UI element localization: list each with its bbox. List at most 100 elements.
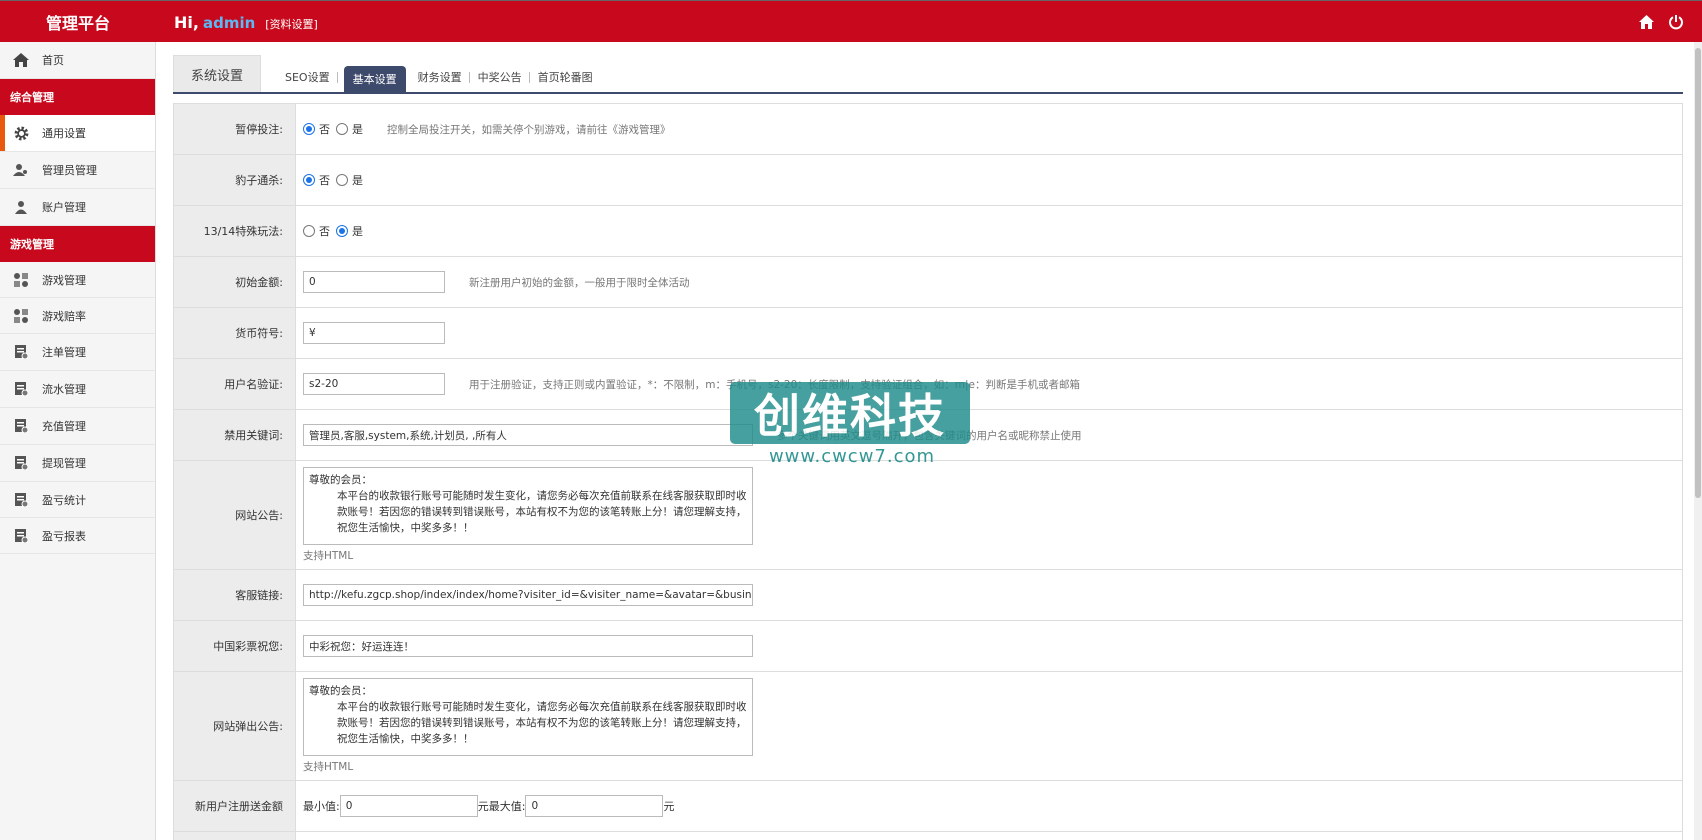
sidebar-item-general-settings[interactable]: 通用设置 [0,115,155,152]
field-hint: 新注册用户初始的金额，一般用于限时全体活动 [469,276,690,289]
row-currency: 货币符号: ¥ [174,308,1682,359]
field-hint: 控制全局投注开关，如需关停个别游戏，请前往《游戏管理》 [387,123,671,136]
user-icon [12,198,30,216]
unit-label: 元 [663,800,675,813]
watermark-url: www.cwcw7.com [768,446,936,467]
row-special-1314: 13/14特殊玩法: 否 是 [174,206,1682,257]
bonus-min-input[interactable]: 0 [339,795,478,817]
initial-amount-input[interactable]: 0 [303,271,445,293]
sidebar-item-label: 流水管理 [42,383,86,396]
row-popup-notice: 网站弹出公告: 尊敬的会员： 本平台的收款银行账号可能随时发生变化，请您务必每次… [174,672,1682,781]
sidebar-item-account-management[interactable]: 账户管理 [0,189,155,226]
field-label: 13/14特殊玩法: [174,206,296,256]
field-label: 中国彩票祝您: [174,621,296,671]
row-new-user-bonus: 新用户注册送金额 最小值: 0 元最大值: 0 元 [174,781,1682,832]
tab-system-settings[interactable]: 系统设置 [173,55,261,92]
sidebar-item-admin-management[interactable]: 管理员管理 [0,152,155,189]
sidebar-item-label: 盈亏报表 [42,529,86,543]
top-bar: 管理平台 Hi, admin [资料设置] [0,0,1702,42]
sidebar-item-home[interactable]: 首页 [0,42,155,79]
sidebar-item-label: 游戏赔率 [42,309,86,323]
doc-icon [12,380,30,398]
doc-icon [12,454,30,472]
sidebar-item-label: 管理员管理 [42,164,97,177]
users-icon [12,161,30,179]
row-initial-amount: 初始金额: 0 新注册用户初始的金额，一般用于限时全体活动 [174,257,1682,308]
lottery-wish-input[interactable]: 中彩祝您：好运连连！ [303,635,753,657]
radio-leopard-kill-yes[interactable]: 是 [336,172,363,188]
bonus-max-input[interactable]: 0 [525,795,664,817]
field-label: 用户名验证: [174,359,296,409]
field-label: 新用户注册送金额 [174,781,296,831]
radio-pause-bet-yes[interactable]: 是 [336,121,363,137]
power-icon[interactable] [1666,12,1686,32]
home-icon[interactable] [1636,12,1656,32]
sidebar-group-general: 综合管理 [0,79,155,115]
tab-bar: 系统设置 SEO设置 基本设置 财务设置 中奖公告 首页轮番图 [173,55,1683,94]
field-label: 网站公告: [174,461,296,569]
sidebar: 首页 综合管理 通用设置 管理员管理 账户管理 游戏管理 游戏管理 游戏赔率 注… [0,42,156,840]
profile-settings-link[interactable]: [资料设置] [265,16,318,32]
row-pause-bet: 暂停投注: 否 是 控制全局投注开关，如需关停个别游戏，请前往《游戏管理》 [174,104,1682,155]
sidebar-item-recharge-management[interactable]: 充值管理 [0,408,155,445]
radio-special-1314-no[interactable]: 否 [303,223,330,239]
sidebar-group-game: 游戏管理 [0,226,155,262]
popup-notice-textarea[interactable]: 尊敬的会员： 本平台的收款银行账号可能随时发生变化，请您务必每次充值前联系在线客… [303,678,753,756]
field-label: 暂停投注: [174,104,296,154]
doc-icon [12,527,30,545]
greeting: Hi, admin [资料设置] [174,13,318,32]
radio-leopard-kill-no[interactable]: 否 [303,172,330,188]
field-label: 货币符号: [174,308,296,358]
field-label: 网站弹出公告: [174,672,296,780]
sidebar-item-label: 注单管理 [42,346,86,359]
row-lottery-wish: 中国彩票祝您: 中彩祝您：好运连连！ [174,621,1682,672]
radio-pause-bet-no[interactable]: 否 [303,121,330,137]
watermark-title: 创维科技 [730,382,970,444]
field-label: 初始金额: [174,257,296,307]
home-icon [12,51,30,69]
sidebar-item-profit-stats[interactable]: 盈亏统计 [0,482,155,518]
tab-winning-notice[interactable]: 中奖公告 [470,66,530,88]
support-html-note: 支持HTML [303,550,354,562]
max-label: 元最大值: [477,800,526,813]
sidebar-item-game-odds[interactable]: 游戏赔率 [0,298,155,334]
grid-icon [12,271,30,289]
row-partial [174,832,1682,840]
sidebar-item-label: 充值管理 [42,420,86,433]
banned-keywords-input[interactable]: 管理员,客服,system,系统,计划员, ,所有人 [303,424,753,446]
sidebar-item-label: 通用设置 [42,127,86,140]
sidebar-item-label: 盈亏统计 [42,493,86,507]
site-notice-textarea[interactable]: 尊敬的会员： 本平台的收款银行账号可能随时发生变化，请您务必每次充值前联系在线客… [303,467,753,545]
field-label: 客服链接: [174,570,296,620]
field-label: 豹子通杀: [174,155,296,205]
currency-input[interactable]: ¥ [303,322,445,344]
tab-basic-settings[interactable]: 基本设置 [343,66,406,92]
support-html-note: 支持HTML [303,761,354,773]
row-service-link: 客服链接: http://kefu.zgcp.shop/index/index/… [174,570,1682,621]
tab-home-carousel[interactable]: 首页轮番图 [530,66,601,88]
tab-finance-settings[interactable]: 财务设置 [410,66,470,88]
sidebar-item-flow-management[interactable]: 流水管理 [0,371,155,408]
sidebar-item-withdraw-management[interactable]: 提现管理 [0,445,155,482]
tab-seo-settings[interactable]: SEO设置 [277,66,338,88]
sidebar-item-label: 首页 [42,54,64,67]
sidebar-item-profit-report[interactable]: 盈亏报表 [0,518,155,554]
grid-icon [12,307,30,325]
radio-special-1314-yes[interactable]: 是 [336,223,363,239]
sidebar-item-label: 提现管理 [42,457,86,470]
min-label: 最小值: [303,800,340,813]
gear-icon [12,124,30,142]
username: admin [202,14,256,32]
service-link-input[interactable]: http://kefu.zgcp.shop/index/index/home?v… [303,584,753,606]
scrollbar[interactable] [1694,42,1702,840]
sidebar-item-label: 账户管理 [42,201,86,214]
doc-icon [12,343,30,361]
sidebar-item-label: 游戏管理 [42,273,86,287]
sidebar-item-bet-management[interactable]: 注单管理 [0,334,155,371]
watermark: 创维科技 www.cwcw7.com [730,382,974,478]
row-leopard-kill: 豹子通杀: 否 是 [174,155,1682,206]
sidebar-item-game-management[interactable]: 游戏管理 [0,262,155,298]
greeting-text: Hi, [174,13,199,32]
username-rule-input[interactable]: s2-20 [303,373,445,395]
doc-icon [12,417,30,435]
